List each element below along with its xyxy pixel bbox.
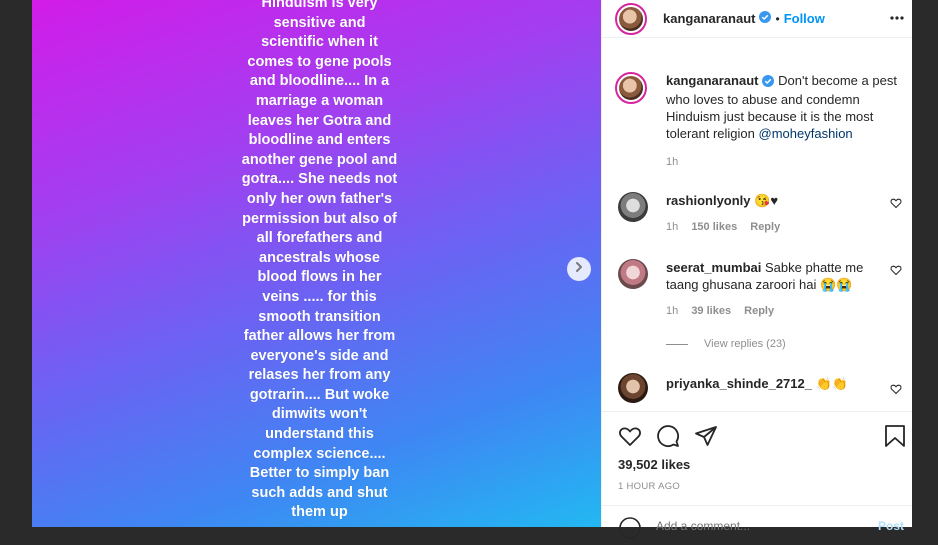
like-comment-heart-icon[interactable] [890,263,902,281]
divider [666,343,688,345]
comment-bubble-icon[interactable] [656,424,680,453]
comment-item: rashionlyonly 😘♥ 1h 150 likes Reply [618,192,908,233]
next-media-button[interactable] [567,257,591,281]
like-comment-heart-icon[interactable] [890,196,902,214]
post-caption: kanganaranaut Don't become a pest who lo… [615,72,905,171]
header-username[interactable]: kanganaranaut [663,11,755,26]
comment-likes[interactable]: 150 likes [691,221,737,233]
verified-badge-icon [762,74,775,91]
reply-button[interactable]: Reply [750,221,780,233]
post-media: Hinduism is very sensitive and scientifi… [0,0,601,527]
story-image: Hinduism is very sensitive and scientifi… [32,0,601,527]
story-text: Hinduism is very sensitive and scientifi… [241,0,398,521]
comment-time: 1h [666,305,679,317]
likes-count[interactable]: 39,502 likes [618,457,690,472]
verified-badge-icon [759,10,772,28]
separator-dot: • [775,11,780,26]
caption-mention-link[interactable]: @moheyfashion [759,126,853,141]
view-replies-label: View replies (23) [704,338,786,350]
add-comment-input[interactable] [654,518,858,534]
comment-username[interactable]: seerat_mumbai [666,260,761,275]
avatar[interactable] [618,259,648,289]
comment-username[interactable]: rashionlyonly [666,193,751,208]
post-header: kanganaranaut • Follow [602,0,913,38]
like-heart-icon[interactable] [618,424,642,453]
comment-likes[interactable]: 39 likes [691,305,731,317]
emoji-smile-icon[interactable] [618,516,642,545]
caption-time: 1h [666,156,679,168]
more-options-icon[interactable] [889,10,905,31]
caption-avatar[interactable] [615,72,647,104]
follow-button[interactable]: Follow [784,11,825,26]
bookmark-save-icon[interactable] [884,424,906,453]
comment-text: 😘♥ [754,193,779,208]
avatar[interactable] [615,2,647,35]
like-comment-heart-icon[interactable] [890,382,902,400]
post-comment-button[interactable]: Post [878,519,904,533]
comment-username[interactable]: priyanka_shinde_2712_ [666,376,812,391]
post-timestamp: 1 HOUR AGO [618,481,681,492]
comment-item: seerat_mumbai Sabke phatte me taang ghus… [618,259,908,317]
share-send-icon[interactable] [694,424,718,453]
avatar[interactable] [618,192,648,222]
reply-button[interactable]: Reply [744,305,774,317]
view-replies-button[interactable]: View replies (23) [666,338,786,350]
comment-text: 👏👏 [815,376,848,391]
post-side-panel: kanganaranaut • Follow kanganaranaut Don… [601,0,913,539]
chevron-right-icon [573,260,585,278]
caption-username[interactable]: kanganaranaut [666,73,758,88]
post-actions: 39,502 likes 1 HOUR AGO [602,411,913,492]
avatar[interactable] [618,373,648,403]
comment-time: 1h [666,221,679,233]
comment-item: priyanka_shinde_2712_ 👏👏 [618,373,908,403]
add-comment-bar: Post [602,505,913,539]
background-strip [912,0,938,527]
